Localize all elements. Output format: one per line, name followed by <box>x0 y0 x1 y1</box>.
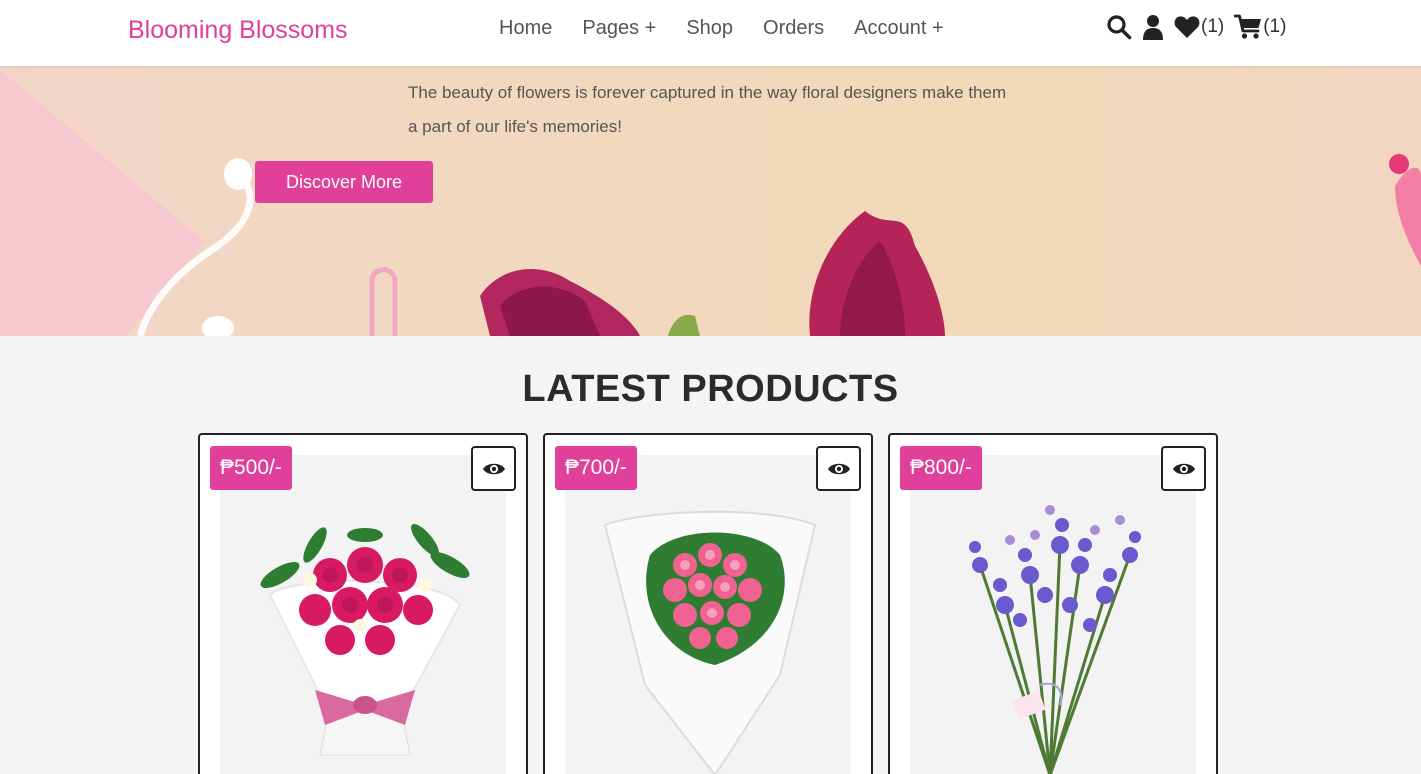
nav-home[interactable]: Home <box>499 17 552 40</box>
search-button[interactable] <box>1106 14 1132 40</box>
nav-orders[interactable]: Orders <box>763 17 824 40</box>
product-image[interactable] <box>220 455 506 774</box>
hero-text: The beauty of flowers is forever capture… <box>408 83 1007 136</box>
quick-view-button[interactable] <box>471 446 516 491</box>
product-card[interactable]: ₱700/- <box>543 433 873 774</box>
quick-view-button[interactable] <box>1161 446 1206 491</box>
quick-view-button[interactable] <box>816 446 861 491</box>
wishlist-count: (1) <box>1201 16 1225 37</box>
user-icon <box>1143 15 1163 40</box>
cart-count: (1) <box>1263 16 1287 37</box>
section-title: LATEST PRODUCTS <box>522 368 899 410</box>
cart-icon <box>1234 14 1262 39</box>
heart-icon <box>1174 16 1200 38</box>
header-icons: (1) (1) <box>1106 14 1286 40</box>
site-logo[interactable]: Blooming Blossoms <box>128 16 348 45</box>
product-card[interactable]: ₱800/- <box>888 433 1218 774</box>
lavender-bouquet-image <box>969 505 1141 774</box>
nav-account[interactable]: Account + <box>854 17 944 40</box>
eye-icon <box>482 463 505 474</box>
pink-peony-bouquet-image <box>603 510 817 774</box>
product-image[interactable] <box>565 455 851 774</box>
product-image[interactable] <box>910 455 1196 774</box>
product-price: ₱800/- <box>900 446 982 490</box>
main-nav: Home Pages + Shop Orders Account + <box>499 17 944 40</box>
hero-banner: The beauty of flowers is forever capture… <box>0 66 1421 336</box>
eye-icon <box>1172 463 1195 474</box>
rose-bouquet-image <box>260 524 470 756</box>
nav-pages[interactable]: Pages + <box>582 17 656 40</box>
product-price: ₱700/- <box>555 446 637 490</box>
nav-shop[interactable]: Shop <box>686 17 733 40</box>
account-button[interactable] <box>1142 14 1164 40</box>
eye-icon <box>827 463 850 474</box>
product-card[interactable]: ₱500/- <box>198 433 528 774</box>
cart-button[interactable]: (1) <box>1234 14 1286 40</box>
product-price: ₱500/- <box>210 446 292 490</box>
wishlist-button[interactable]: (1) <box>1174 15 1224 39</box>
discover-more-button[interactable]: Discover More <box>255 161 433 203</box>
search-icon <box>1107 15 1132 40</box>
site-header: Blooming Blossoms Home Pages + Shop Orde… <box>0 0 1421 66</box>
